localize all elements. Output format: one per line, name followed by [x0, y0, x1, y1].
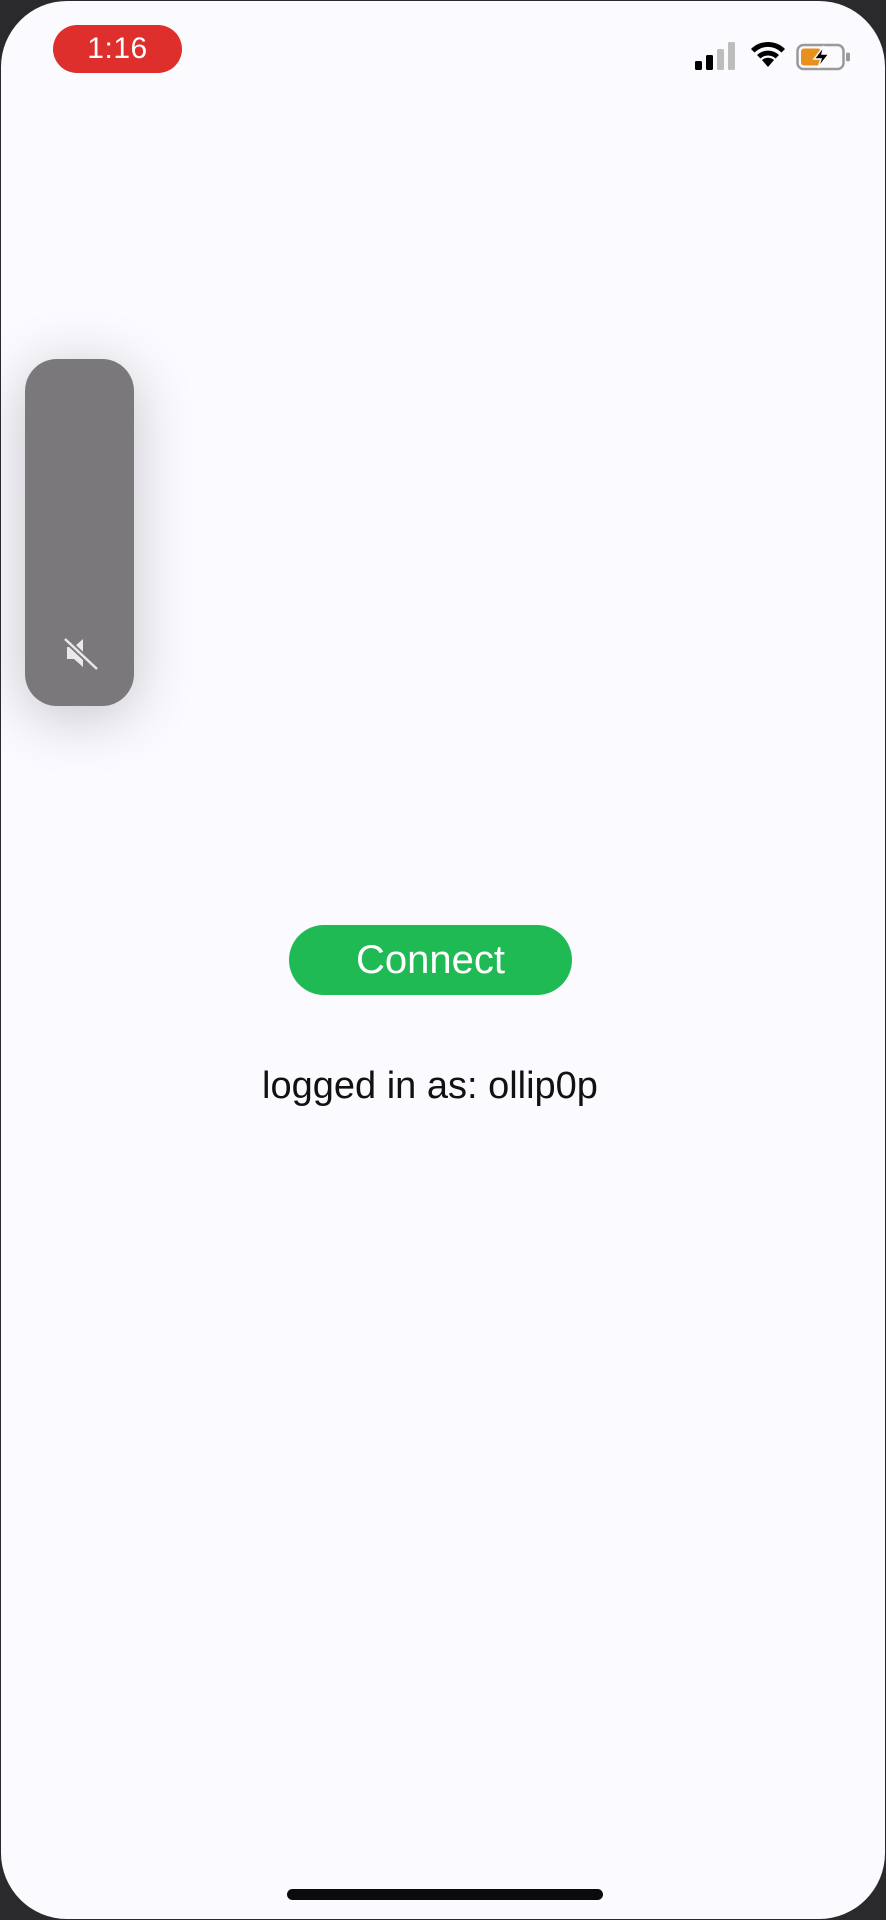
login-status-text: logged in as: ollip0p: [262, 1065, 598, 1107]
status-time[interactable]: 1:16: [53, 25, 182, 73]
connect-button[interactable]: Connect: [289, 925, 572, 995]
cellular-signal-icon: [695, 42, 735, 70]
wifi-icon: [751, 41, 785, 67]
mute-hud: [25, 359, 134, 706]
phone-screen: 1:16 Connect logged in as: ollip0p: [1, 1, 885, 1919]
home-indicator[interactable]: [287, 1889, 603, 1900]
status-bar: 1:16: [1, 1, 885, 91]
battery-charging-icon: [796, 43, 850, 71]
speaker-muted-icon: [62, 636, 100, 672]
